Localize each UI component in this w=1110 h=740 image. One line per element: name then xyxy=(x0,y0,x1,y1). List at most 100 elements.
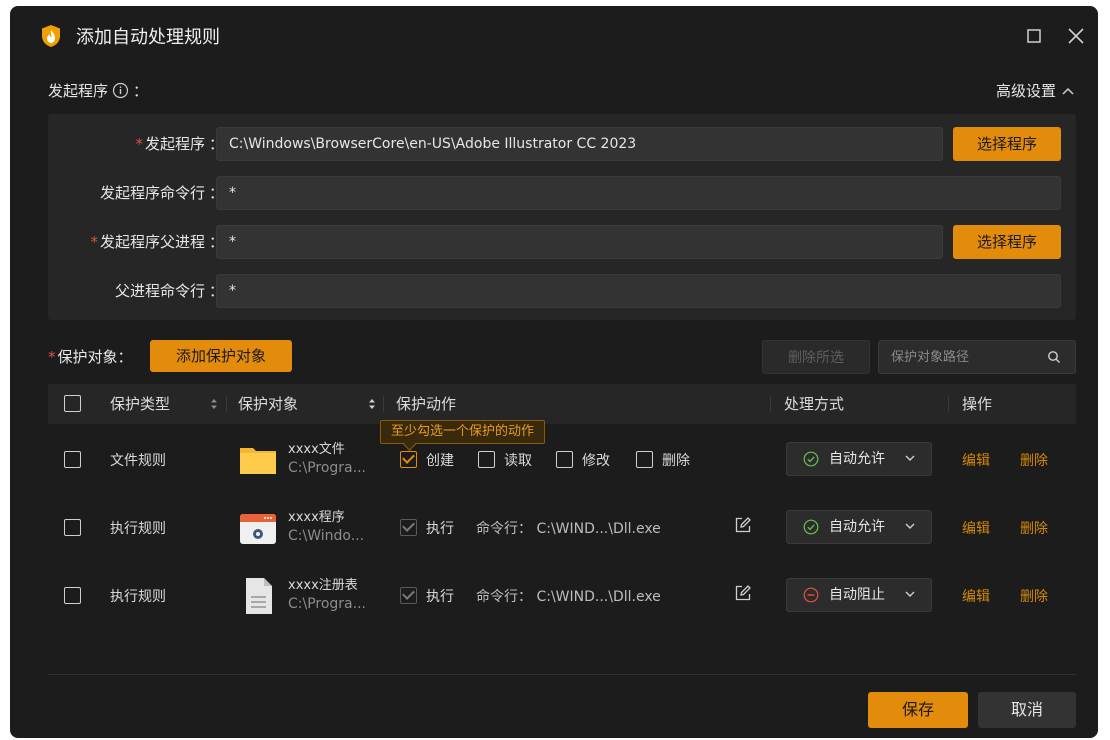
header-ops: 操作 xyxy=(962,395,993,413)
action-create-checkbox[interactable] xyxy=(400,451,417,468)
maximize-icon[interactable] xyxy=(1022,24,1046,48)
object-name: xxxx程序 xyxy=(288,510,345,525)
parent-process-field[interactable]: * xyxy=(216,225,943,259)
check-circle-icon xyxy=(803,451,819,467)
table-header: 保护类型 保护对象 保护动作 处理方式 操作 xyxy=(48,384,1076,424)
action-modify-label: 修改 xyxy=(582,453,610,469)
check-circle-icon xyxy=(803,519,819,535)
action-execute-label: 执行 xyxy=(426,589,454,605)
select-parent-button[interactable]: 选择程序 xyxy=(953,225,1061,259)
initiator-label: *发起程序： xyxy=(135,135,224,153)
edit-icon[interactable] xyxy=(734,584,752,602)
add-protect-object-button[interactable]: 添加保护对象 xyxy=(150,340,292,372)
command-line-text: 命令行： C:\WIND...\Dll.exe xyxy=(476,589,661,605)
chevron-down-icon xyxy=(905,455,915,461)
close-icon[interactable] xyxy=(1064,24,1088,48)
shield-flame-icon xyxy=(42,25,60,47)
row-type: 执行规则 xyxy=(110,589,166,605)
row-checkbox[interactable] xyxy=(64,587,81,604)
header-divider xyxy=(383,396,384,412)
method-dropdown[interactable]: 自动允许 xyxy=(786,442,932,476)
method-dropdown[interactable]: 自动允许 xyxy=(786,510,932,544)
table-row: 执行规则 xxxx注册表 C:\Progra... 执行 命令行： C:\WIN… xyxy=(48,562,1076,630)
method-dropdown[interactable]: 自动阻止 xyxy=(786,578,932,612)
action-execute-checkbox[interactable] xyxy=(400,519,417,536)
sort-icon[interactable] xyxy=(210,398,218,410)
initiator-path-field[interactable]: C:\Windows\BrowserCore\en-US\Adobe Illus… xyxy=(216,127,943,161)
header-method: 处理方式 xyxy=(784,395,845,413)
row-checkbox[interactable] xyxy=(64,519,81,536)
action-execute-checkbox[interactable] xyxy=(400,587,417,604)
advanced-settings-label: 高级设置 xyxy=(995,82,1056,100)
initiator-cmd-field[interactable]: * xyxy=(216,176,1061,210)
action-execute-label: 执行 xyxy=(426,521,454,537)
edit-link[interactable]: 编辑 xyxy=(962,518,990,538)
action-delete-checkbox[interactable] xyxy=(636,451,653,468)
delete-link[interactable]: 删除 xyxy=(1020,586,1048,606)
select-initiator-button[interactable]: 选择程序 xyxy=(953,127,1061,161)
action-modify-checkbox[interactable] xyxy=(556,451,573,468)
initiator-row: *发起程序： C:\Windows\BrowserCore\en-US\Adob… xyxy=(48,126,1076,162)
parent-cmd-row: 父进程命令行： * xyxy=(48,273,1076,309)
header-divider xyxy=(770,396,771,412)
object-path: C:\Progra... xyxy=(288,596,366,612)
program-window-icon xyxy=(240,514,276,544)
dialog-window: 添加自动处理规则 发起程序 ： 高级设置 *发起程序： C:\Windows\B… xyxy=(10,6,1098,738)
title-bar: 添加自动处理规则 xyxy=(10,6,1098,66)
registry-file-icon xyxy=(246,578,272,614)
edit-link[interactable]: 编辑 xyxy=(962,586,990,606)
header-divider xyxy=(226,396,227,412)
chevron-up-icon xyxy=(1062,87,1074,95)
header-divider xyxy=(948,396,949,412)
chevron-down-icon xyxy=(905,591,915,597)
initiator-section-label: 发起程序 ： xyxy=(48,80,148,101)
parent-cmd-label: 父进程命令行： xyxy=(114,282,224,300)
header-action: 保护动作 xyxy=(396,395,457,413)
edit-link[interactable]: 编辑 xyxy=(962,450,990,470)
parent-row: *发起程序父进程： * 选择程序 xyxy=(48,224,1076,260)
search-input[interactable] xyxy=(879,341,1039,373)
method-value: 自动允许 xyxy=(829,519,885,535)
delete-link[interactable]: 删除 xyxy=(1020,518,1048,538)
chevron-down-icon xyxy=(905,523,915,529)
window-title: 添加自动处理规则 xyxy=(76,27,220,48)
initiator-cmd-label: 发起程序命令行： xyxy=(99,184,224,202)
search-box xyxy=(878,340,1076,374)
sort-icon[interactable] xyxy=(368,398,376,410)
object-path: C:\Windo... xyxy=(288,528,365,544)
edit-icon[interactable] xyxy=(734,516,752,534)
row-type: 执行规则 xyxy=(110,521,166,537)
method-value: 自动允许 xyxy=(829,451,885,467)
folder-icon xyxy=(240,448,276,474)
info-icon[interactable] xyxy=(112,82,129,99)
header-type: 保护类型 xyxy=(110,395,171,413)
command-line-text: 命令行： C:\WIND...\Dll.exe xyxy=(476,521,661,537)
block-circle-icon xyxy=(803,587,819,603)
initiator-form-panel: *发起程序： C:\Windows\BrowserCore\en-US\Adob… xyxy=(48,114,1076,320)
section-label-text: 发起程序 xyxy=(48,82,109,100)
initiator-cmd-row: 发起程序命令行： * xyxy=(48,175,1076,211)
row-checkbox[interactable] xyxy=(64,451,81,468)
parent-cmd-field[interactable]: * xyxy=(216,274,1061,308)
select-all-checkbox[interactable] xyxy=(64,395,81,412)
search-icon[interactable] xyxy=(1047,350,1061,364)
action-create-label: 创建 xyxy=(426,453,454,469)
footer-divider xyxy=(48,674,1076,675)
object-path: C:\Progra... xyxy=(288,460,366,476)
save-button[interactable]: 保存 xyxy=(868,692,968,728)
delete-selected-button[interactable]: 删除所选 xyxy=(762,340,870,374)
method-value: 自动阻止 xyxy=(829,587,885,603)
section-label-colon: ： xyxy=(133,82,149,100)
object-name: xxxx文件 xyxy=(288,442,345,457)
advanced-settings-toggle[interactable]: 高级设置 xyxy=(996,80,1074,101)
row-type: 文件规则 xyxy=(110,453,166,469)
protect-objects-label: * 保护对象： xyxy=(48,348,133,366)
action-delete-label: 删除 xyxy=(662,453,690,469)
delete-link[interactable]: 删除 xyxy=(1020,450,1048,470)
table-row: 执行规则 xxxx程序 C:\Windo... 执行 命令行： C:\WIND.… xyxy=(48,494,1076,562)
cancel-button[interactable]: 取消 xyxy=(978,692,1076,728)
action-read-checkbox[interactable] xyxy=(478,451,495,468)
action-required-tooltip: 至少勾选一个保护的动作 xyxy=(380,420,546,444)
table-row: 文件规则 xxxx文件 C:\Progra... 创建 读取 修改 删除 自动允… xyxy=(48,426,1076,494)
action-read-label: 读取 xyxy=(504,453,532,469)
